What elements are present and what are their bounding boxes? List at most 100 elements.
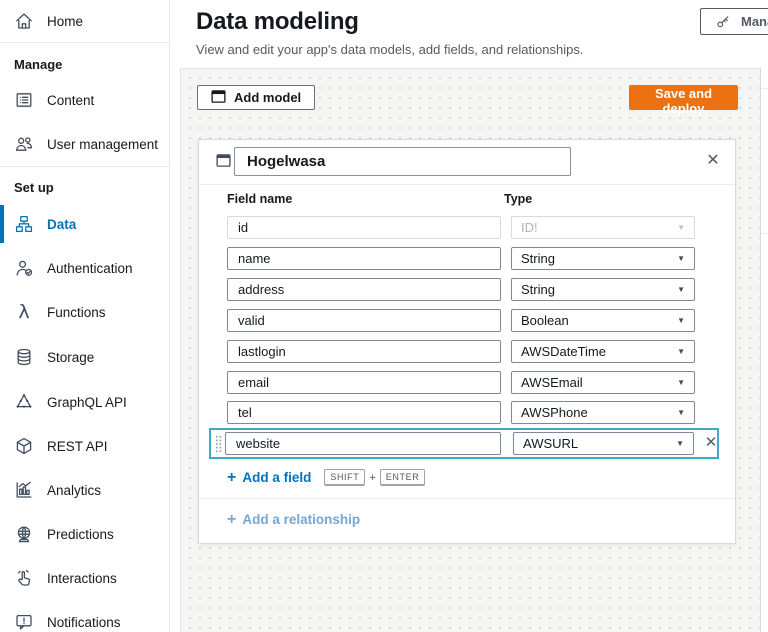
- field-name-input[interactable]: [227, 247, 501, 270]
- adjacent-card-edge: [760, 68, 768, 632]
- field-type-select[interactable]: String ▼: [511, 278, 695, 301]
- save-and-deploy-label: Save and deploy: [654, 86, 713, 116]
- field-type-value: AWSEmail: [521, 375, 583, 390]
- lambda-icon: λ: [18, 301, 30, 323]
- sidebar-item-label: Analytics: [47, 482, 102, 498]
- card-section-divider: [199, 498, 735, 499]
- sidebar-item-label: Notifications: [47, 614, 121, 630]
- sidebar-item-interactions[interactable]: Interactions: [0, 562, 170, 594]
- content-icon: [14, 90, 34, 110]
- storage-icon: [14, 347, 34, 367]
- field-type-value: AWSPhone: [521, 405, 588, 420]
- sidebar-item-data[interactable]: Data: [0, 205, 170, 243]
- model-icon: [216, 153, 231, 173]
- sidebar-item-label: User management: [47, 136, 159, 152]
- add-relationship-button[interactable]: + Add a relationship: [227, 510, 361, 528]
- plus-icon: +: [227, 468, 237, 486]
- field-type-value: Boolean: [521, 313, 569, 328]
- sidebar-section-manage: Manage: [14, 57, 63, 72]
- sidebar-item-label: Data: [47, 216, 77, 232]
- sidebar-item-home[interactable]: Home: [0, 5, 170, 37]
- page-subtitle: View and edit your app's data models, ad…: [196, 42, 584, 57]
- users-icon: [14, 134, 34, 154]
- add-model-label: Add model: [234, 90, 302, 105]
- card-header-divider: [199, 184, 735, 185]
- add-field-row: + Add a field SHIFT + ENTER: [227, 468, 426, 486]
- sidebar-item-content[interactable]: Content: [0, 84, 170, 116]
- analytics-icon: [14, 480, 34, 500]
- selected-field-row: AWSURL ▼ ✕: [209, 428, 719, 459]
- field-name-input[interactable]: [227, 401, 501, 424]
- sidebar-item-label: Functions: [47, 304, 106, 320]
- chevron-down-icon: ▼: [676, 439, 684, 448]
- sidebar-item-authentication[interactable]: Authentication: [0, 252, 170, 284]
- field-type-value: AWSURL: [523, 436, 579, 451]
- predictions-icon: [14, 524, 34, 544]
- field-name-input[interactable]: [225, 432, 501, 455]
- field-type-select[interactable]: AWSEmail ▼: [511, 371, 695, 394]
- add-model-button[interactable]: Add model: [197, 85, 316, 110]
- field-name-input[interactable]: [227, 371, 501, 394]
- field-type-select[interactable]: String ▼: [511, 247, 695, 270]
- chevron-down-icon: ▼: [677, 285, 685, 294]
- field-name-input[interactable]: [227, 278, 501, 301]
- sidebar: Home Manage Content User management Set up Da…: [0, 0, 170, 632]
- graphql-icon: [14, 392, 34, 412]
- model-icon: [211, 89, 226, 107]
- field-name-input[interactable]: [227, 216, 501, 239]
- adjacent-card-divider: [761, 233, 768, 234]
- close-model-button[interactable]: ✕: [702, 150, 724, 172]
- sidebar-item-label: GraphQL API: [47, 394, 127, 410]
- field-type-value: AWSDateTime: [521, 344, 606, 359]
- field-type-value: ID!: [521, 220, 538, 235]
- model-name-input[interactable]: [234, 147, 571, 176]
- authentication-icon: [14, 258, 34, 278]
- sidebar-item-analytics[interactable]: Analytics: [0, 474, 170, 506]
- add-relationship-label: Add a relationship: [242, 512, 361, 527]
- adjacent-card-divider: [761, 88, 768, 89]
- chevron-down-icon: ▼: [677, 254, 685, 263]
- interactions-icon: [14, 568, 34, 588]
- manage-button-label: Manage: [741, 14, 768, 29]
- sidebar-item-predictions[interactable]: Predictions: [0, 518, 170, 550]
- sidebar-item-rest-api[interactable]: REST API: [0, 430, 170, 462]
- enter-keycap: ENTER: [379, 469, 426, 486]
- add-field-button[interactable]: + Add a field: [227, 468, 312, 486]
- sidebar-section-set-up: Set up: [14, 180, 54, 195]
- home-icon: [14, 11, 34, 31]
- sidebar-divider: [0, 166, 170, 167]
- field-type-value: String: [521, 282, 555, 297]
- field-type-select[interactable]: AWSPhone ▼: [511, 401, 695, 424]
- chevron-down-icon: ▼: [677, 316, 685, 325]
- chevron-down-icon: ▼: [677, 408, 685, 417]
- field-type-select[interactable]: Boolean ▼: [511, 309, 695, 332]
- field-type-select: ID! ▼: [511, 216, 695, 239]
- sidebar-item-label: Content: [47, 92, 95, 108]
- sidebar-item-label: Interactions: [47, 570, 117, 586]
- add-field-label: Add a field: [242, 470, 312, 485]
- amplify-studio-app: Home Manage Content User management Set up Da…: [0, 0, 768, 632]
- data-icon: [14, 214, 34, 234]
- sidebar-item-functions[interactable]: λ Functions: [0, 296, 170, 328]
- sidebar-item-storage[interactable]: Storage: [0, 341, 170, 373]
- key-icon: [715, 13, 732, 30]
- manage-button[interactable]: Manage: [700, 8, 768, 35]
- field-type-value: String: [521, 251, 555, 266]
- field-name-input[interactable]: [227, 340, 501, 363]
- drag-handle-icon[interactable]: [215, 435, 223, 453]
- sidebar-item-notifications[interactable]: Notifications: [0, 606, 170, 632]
- delete-field-button[interactable]: ✕: [702, 433, 720, 453]
- sidebar-item-label: Authentication: [47, 260, 133, 276]
- chevron-down-icon: ▼: [677, 347, 685, 356]
- column-header-field-name: Field name: [227, 192, 293, 206]
- field-type-select[interactable]: AWSDateTime ▼: [511, 340, 695, 363]
- field-name-input[interactable]: [227, 309, 501, 332]
- field-type-select[interactable]: AWSURL ▼: [513, 432, 694, 455]
- plus-icon: +: [227, 510, 237, 528]
- sidebar-item-label: REST API: [47, 438, 108, 454]
- save-and-deploy-button[interactable]: Save and deploy: [629, 85, 738, 116]
- sidebar-item-graphql-api[interactable]: GraphQL API: [0, 386, 170, 418]
- sidebar-item-label: Storage: [47, 349, 95, 365]
- sidebar-item-user-management[interactable]: User management: [0, 128, 170, 160]
- column-header-type: Type: [504, 192, 533, 206]
